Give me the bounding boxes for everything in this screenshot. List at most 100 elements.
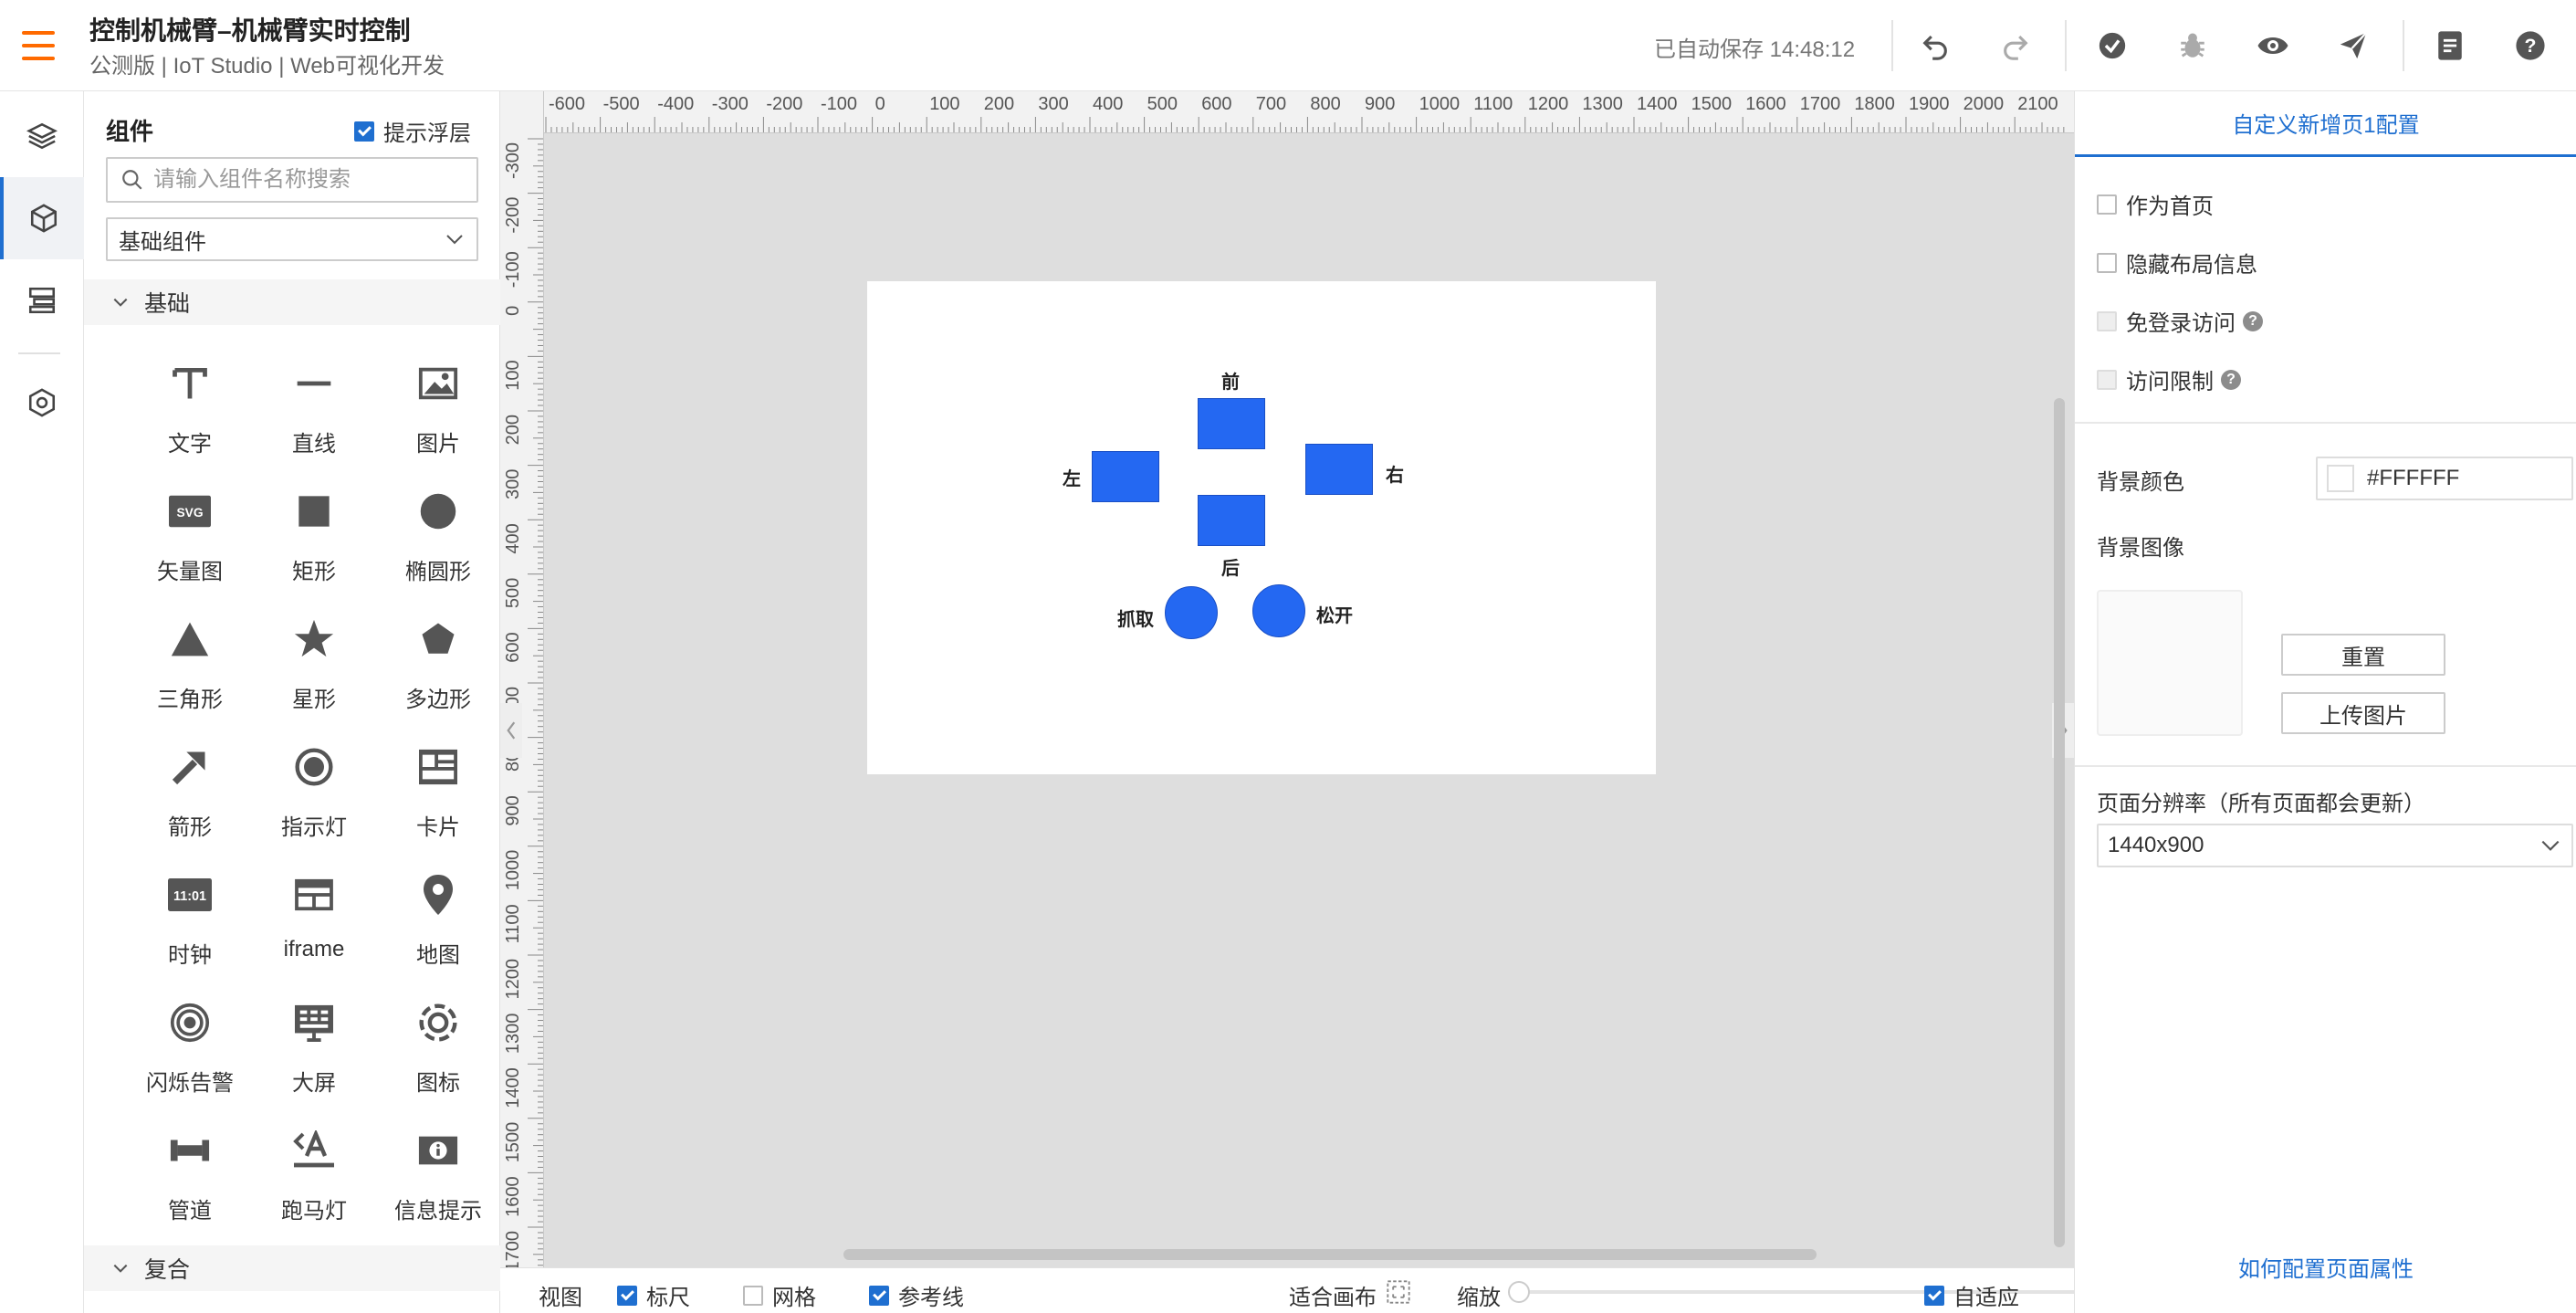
help-icon[interactable]: ?: [2221, 369, 2241, 390]
alarm-icon: [128, 997, 252, 1048]
grid-toggle[interactable]: 网格: [743, 1279, 816, 1311]
component-pipe[interactable]: 管道: [128, 1099, 252, 1227]
bg-color-input[interactable]: #FFFFFF: [2316, 457, 2573, 500]
redo-icon[interactable]: [1994, 24, 2037, 68]
adaptive-checkbox[interactable]: [1924, 1285, 1944, 1306]
hint-toggle[interactable]: 提示浮层: [354, 115, 471, 147]
config-divider: [2075, 422, 2576, 424]
component-star[interactable]: 星形: [252, 588, 376, 716]
component-ellipse[interactable]: 椭圆形: [376, 460, 500, 588]
component-svg[interactable]: SVG 矢量图: [128, 460, 252, 588]
help-icon[interactable]: ?: [2508, 24, 2552, 68]
grid-checkbox[interactable]: [743, 1285, 763, 1306]
collapse-left-panel[interactable]: [500, 703, 522, 758]
label-grab[interactable]: 抓取: [1117, 604, 1154, 631]
line-icon: [252, 358, 376, 409]
category-select[interactable]: 基础组件: [106, 217, 478, 261]
ruler-label: 200: [503, 415, 523, 445]
component-arrow[interactable]: 箭形: [128, 716, 252, 844]
button-release[interactable]: [1252, 584, 1305, 637]
component-marquee[interactable]: 跑马灯: [252, 1099, 376, 1227]
component-dashboard[interactable]: 大屏: [252, 972, 376, 1099]
component-label: iframe: [283, 937, 345, 961]
fit-canvas-button[interactable]: 适合画布: [1289, 1279, 1377, 1311]
group-composite-header[interactable]: 复合: [84, 1245, 500, 1291]
label-left[interactable]: 左: [1063, 464, 1081, 490]
label-back[interactable]: 后: [1221, 553, 1240, 580]
as-home-toggle[interactable]: 作为首页: [2097, 188, 2214, 220]
menu-icon[interactable]: [20, 27, 57, 64]
app-subtitle: 公测版 | IoT Studio | Web可视化开发: [89, 54, 445, 79]
box-icon[interactable]: [0, 177, 84, 259]
adaptive-toggle[interactable]: 自适应: [1924, 1279, 2019, 1311]
help-icon[interactable]: ?: [2243, 310, 2263, 331]
access-limit-checkbox[interactable]: [2097, 369, 2117, 390]
component-info[interactable]: 信息提示: [376, 1099, 500, 1227]
ruler-label: 标尺: [646, 1286, 690, 1310]
component-line[interactable]: 直线: [252, 332, 376, 460]
component-label: 直线: [292, 432, 336, 457]
no-login-label: 免登录访问: [2126, 311, 2236, 336]
label-release[interactable]: 松开: [1316, 601, 1353, 627]
eye-icon[interactable]: [2251, 24, 2295, 68]
button-left[interactable]: [1092, 451, 1159, 502]
button-grab[interactable]: [1165, 586, 1218, 639]
ruler-checkbox[interactable]: [617, 1285, 637, 1306]
button-right[interactable]: [1305, 444, 1373, 495]
ruler-toggle[interactable]: 标尺: [617, 1279, 690, 1311]
page-canvas[interactable]: 前 左 右 后 抓取 松开: [867, 281, 1656, 774]
zoom-slider-knob[interactable]: [1508, 1281, 1530, 1303]
label-front[interactable]: 前: [1221, 367, 1240, 394]
upload-image-button[interactable]: 上传图片: [2281, 692, 2445, 734]
button-front[interactable]: [1198, 398, 1265, 449]
resolution-select[interactable]: 1440x900: [2097, 824, 2573, 867]
component-card[interactable]: 卡片: [376, 716, 500, 844]
doc-icon[interactable]: [2428, 24, 2472, 68]
hide-layout-toggle[interactable]: 隐藏布局信息: [2097, 247, 2257, 278]
bug-icon[interactable]: [2171, 24, 2215, 68]
layers-icon[interactable]: [0, 95, 84, 177]
bg-image-preview[interactable]: [2097, 590, 2243, 736]
component-polygon[interactable]: 多边形: [376, 588, 500, 716]
vertical-scrollbar[interactable]: [2054, 398, 2065, 1247]
no-login-toggle[interactable]: 免登录访问 ?: [2097, 305, 2263, 337]
search-input[interactable]: [153, 167, 464, 193]
component-map[interactable]: 地图: [376, 844, 500, 972]
component-image[interactable]: 图片: [376, 332, 500, 460]
horizontal-scrollbar[interactable]: [843, 1249, 1817, 1260]
hide-layout-checkbox[interactable]: [2097, 252, 2117, 273]
component-search[interactable]: [106, 157, 478, 203]
undo-icon[interactable]: [1913, 24, 1957, 68]
guides-toggle[interactable]: 参考线: [869, 1279, 964, 1311]
reset-button[interactable]: 重置: [2281, 634, 2445, 676]
check-circle-icon[interactable]: [2090, 24, 2134, 68]
component-alarm[interactable]: 闪烁告警: [128, 972, 252, 1099]
access-limit-toggle[interactable]: 访问限制 ?: [2097, 363, 2241, 395]
group-basic-header[interactable]: 基础: [84, 279, 500, 325]
bg-color-swatch[interactable]: [2327, 465, 2354, 492]
component-rect[interactable]: 矩形: [252, 460, 376, 588]
layout-icon[interactable]: [0, 259, 84, 341]
as-home-checkbox[interactable]: [2097, 194, 2117, 215]
label-right[interactable]: 右: [1386, 460, 1404, 487]
adaptive-label: 自适应: [1953, 1286, 2019, 1310]
button-back[interactable]: [1198, 495, 1265, 546]
config-title[interactable]: 自定义新增页1配置: [2075, 91, 2576, 157]
help-link[interactable]: 如何配置页面属性: [2075, 1251, 2576, 1283]
group-basic-label: 基础: [144, 291, 191, 317]
component-text[interactable]: 文字: [128, 332, 252, 460]
ruler-label: 400: [1093, 94, 1123, 114]
component-iframe[interactable]: iframe: [252, 844, 376, 972]
hint-checkbox[interactable]: [354, 121, 374, 142]
component-triangle[interactable]: 三角形: [128, 588, 252, 716]
horizontal-ruler: -600 -500 -400 -300 -200 -100 0 100 200 300 400 500…: [544, 91, 2074, 133]
component-indicator[interactable]: 指示灯: [252, 716, 376, 844]
no-login-checkbox[interactable]: [2097, 310, 2117, 331]
component-icon[interactable]: 图标: [376, 972, 500, 1099]
component-clock[interactable]: 11:01 时钟: [128, 844, 252, 972]
bg-image-label: 背景图像: [2097, 536, 2184, 561]
fit-canvas-icon[interactable]: [1386, 1279, 1411, 1309]
settings-icon[interactable]: [0, 362, 84, 444]
guides-checkbox[interactable]: [869, 1285, 889, 1306]
send-icon[interactable]: [2331, 24, 2375, 68]
